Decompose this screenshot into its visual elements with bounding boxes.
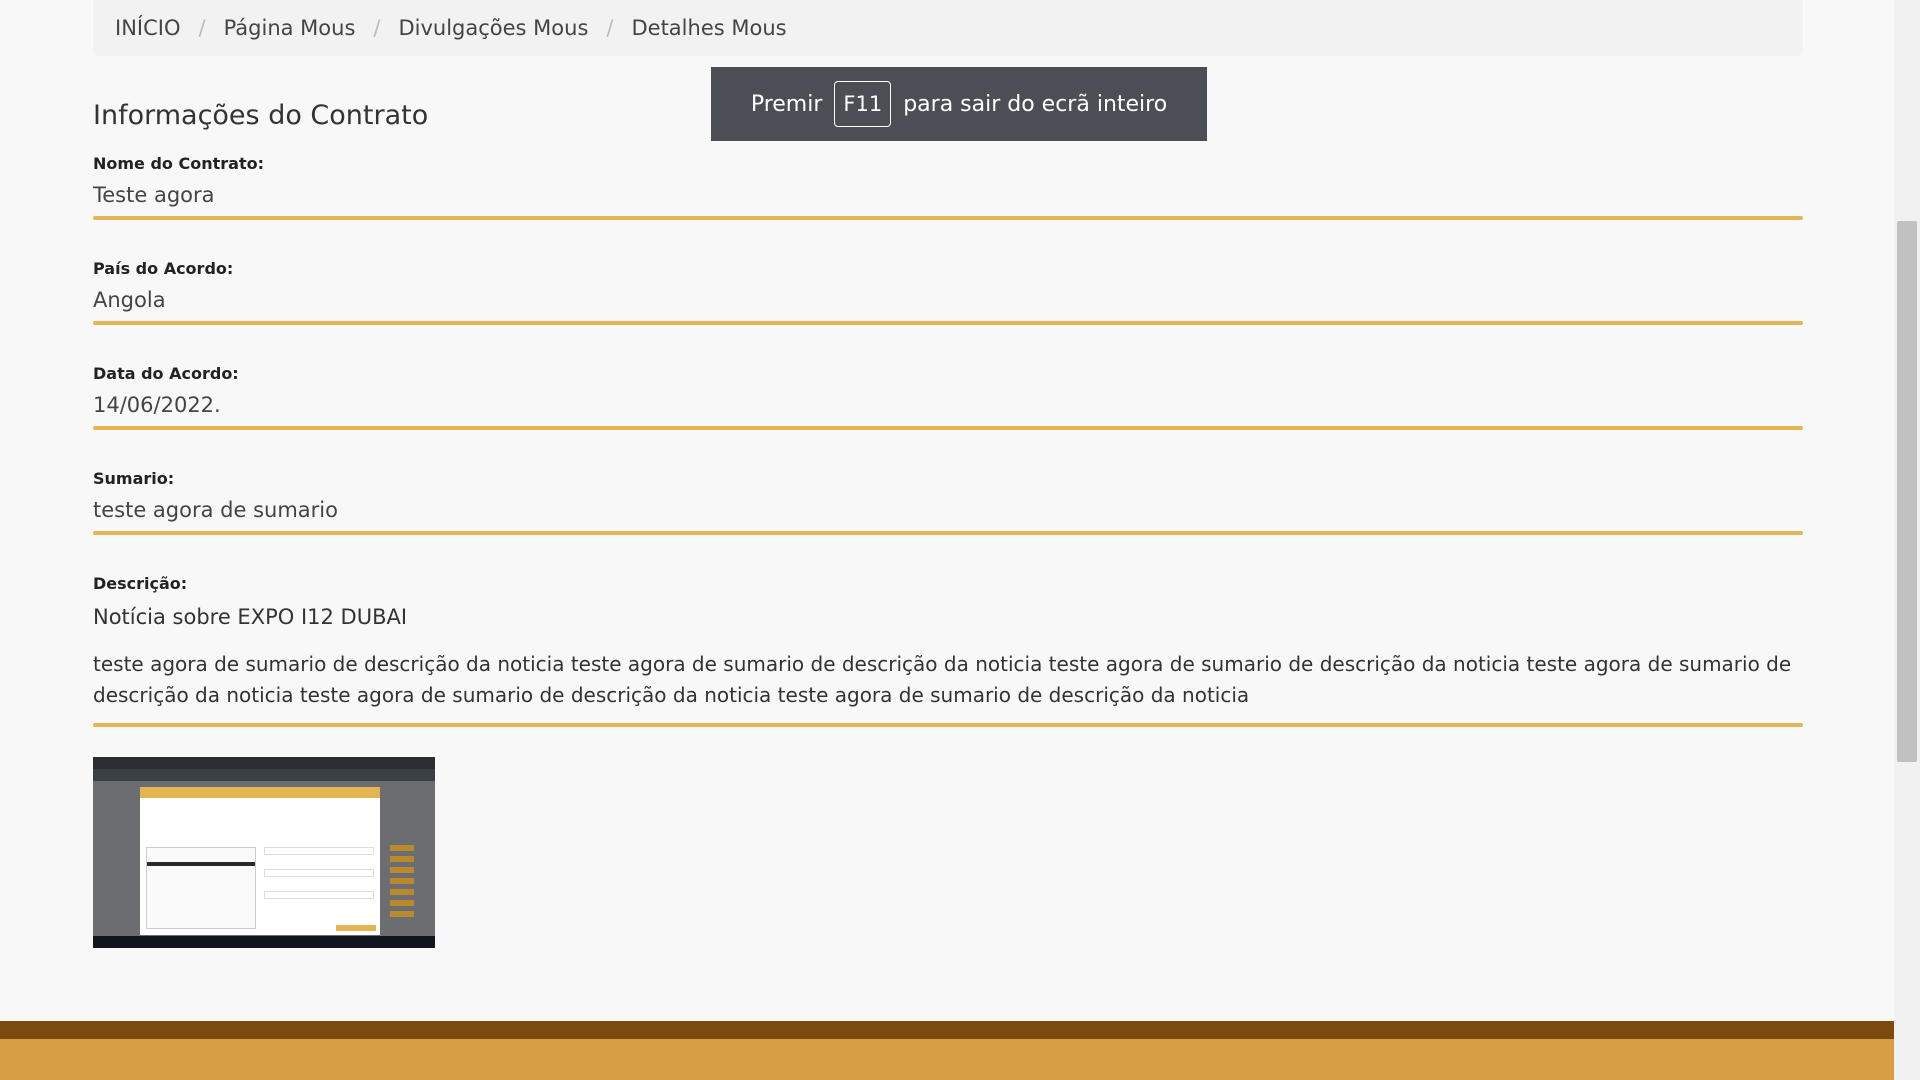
thumbnail-input [264,869,374,877]
description-title: Notícia sobre EXPO I12 DUBAI [93,605,408,629]
breadcrumb-separator: / [373,16,381,40]
thumbnail-input [264,891,374,899]
contract-name-value: Teste agora [93,183,215,207]
thumbnail-modal-header [140,787,380,798]
footer-top-band [0,1021,1894,1039]
field-divider [93,723,1803,727]
country-field: País do Acordo: Angola [93,259,1803,329]
footer [0,1039,1894,1080]
country-value: Angola [93,288,166,312]
f11-key-badge: F11 [834,81,892,127]
scrollbar-thumb[interactable] [1897,221,1917,762]
breadcrumb-pagina-mous[interactable]: Página Mous [224,16,356,40]
description-field: Descrição: Notícia sobre EXPO I12 DUBAI … [93,574,1803,730]
breadcrumb-divulgacoes-mous[interactable]: Divulgações Mous [398,16,588,40]
contract-name-field: Nome do Contrato: Teste agora [93,154,1803,224]
fullscreen-exit-toast: Premir F11 para sair do ecrã inteiro [711,67,1207,141]
toast-suffix: para sair do ecrã inteiro [903,91,1168,117]
breadcrumb-home[interactable]: INÍCIO [115,16,180,40]
thumbnail-buttons [336,925,376,931]
field-divider [93,426,1803,430]
section-title: Informações do Contrato [93,100,429,131]
thumbnail-inputs [264,847,374,913]
contract-name-label: Nome do Contrato: [93,154,264,173]
breadcrumb-detalhes-mous: Detalhes Mous [631,16,787,40]
field-divider [93,531,1803,535]
date-field: Data do Acordo: 14/06/2022. [93,364,1803,434]
thumbnail-list-selection [147,862,255,866]
summary-label: Sumario: [93,469,175,488]
breadcrumb-separator: / [606,16,614,40]
date-value: 14/06/2022. [93,393,221,417]
description-label: Descrição: [93,574,188,593]
thumbnail-side-buttons [390,845,414,922]
toast-prefix: Premir [750,91,823,117]
description-body: teste agora de sumario de descrição da n… [93,652,1792,707]
thumbnail-modal [140,787,380,935]
date-label: Data do Acordo: [93,364,239,383]
scrollbar-track[interactable] [1894,0,1920,1080]
thumbnail-taskbar [93,936,435,948]
country-label: País do Acordo: [93,259,234,278]
field-divider [93,321,1803,325]
thumbnail-country-list [146,847,256,929]
screenshot-thumbnail[interactable] [93,757,435,948]
summary-value: teste agora de sumario [93,498,338,522]
summary-field: Sumario: teste agora de sumario [93,469,1803,539]
field-divider [93,216,1803,220]
thumbnail-address-bar [93,769,435,781]
thumbnail-input [264,847,374,855]
breadcrumb: INÍCIO / Página Mous / Divulgações Mous … [93,0,1803,56]
breadcrumb-separator: / [198,16,206,40]
thumbnail-browser-tabs [93,757,435,769]
